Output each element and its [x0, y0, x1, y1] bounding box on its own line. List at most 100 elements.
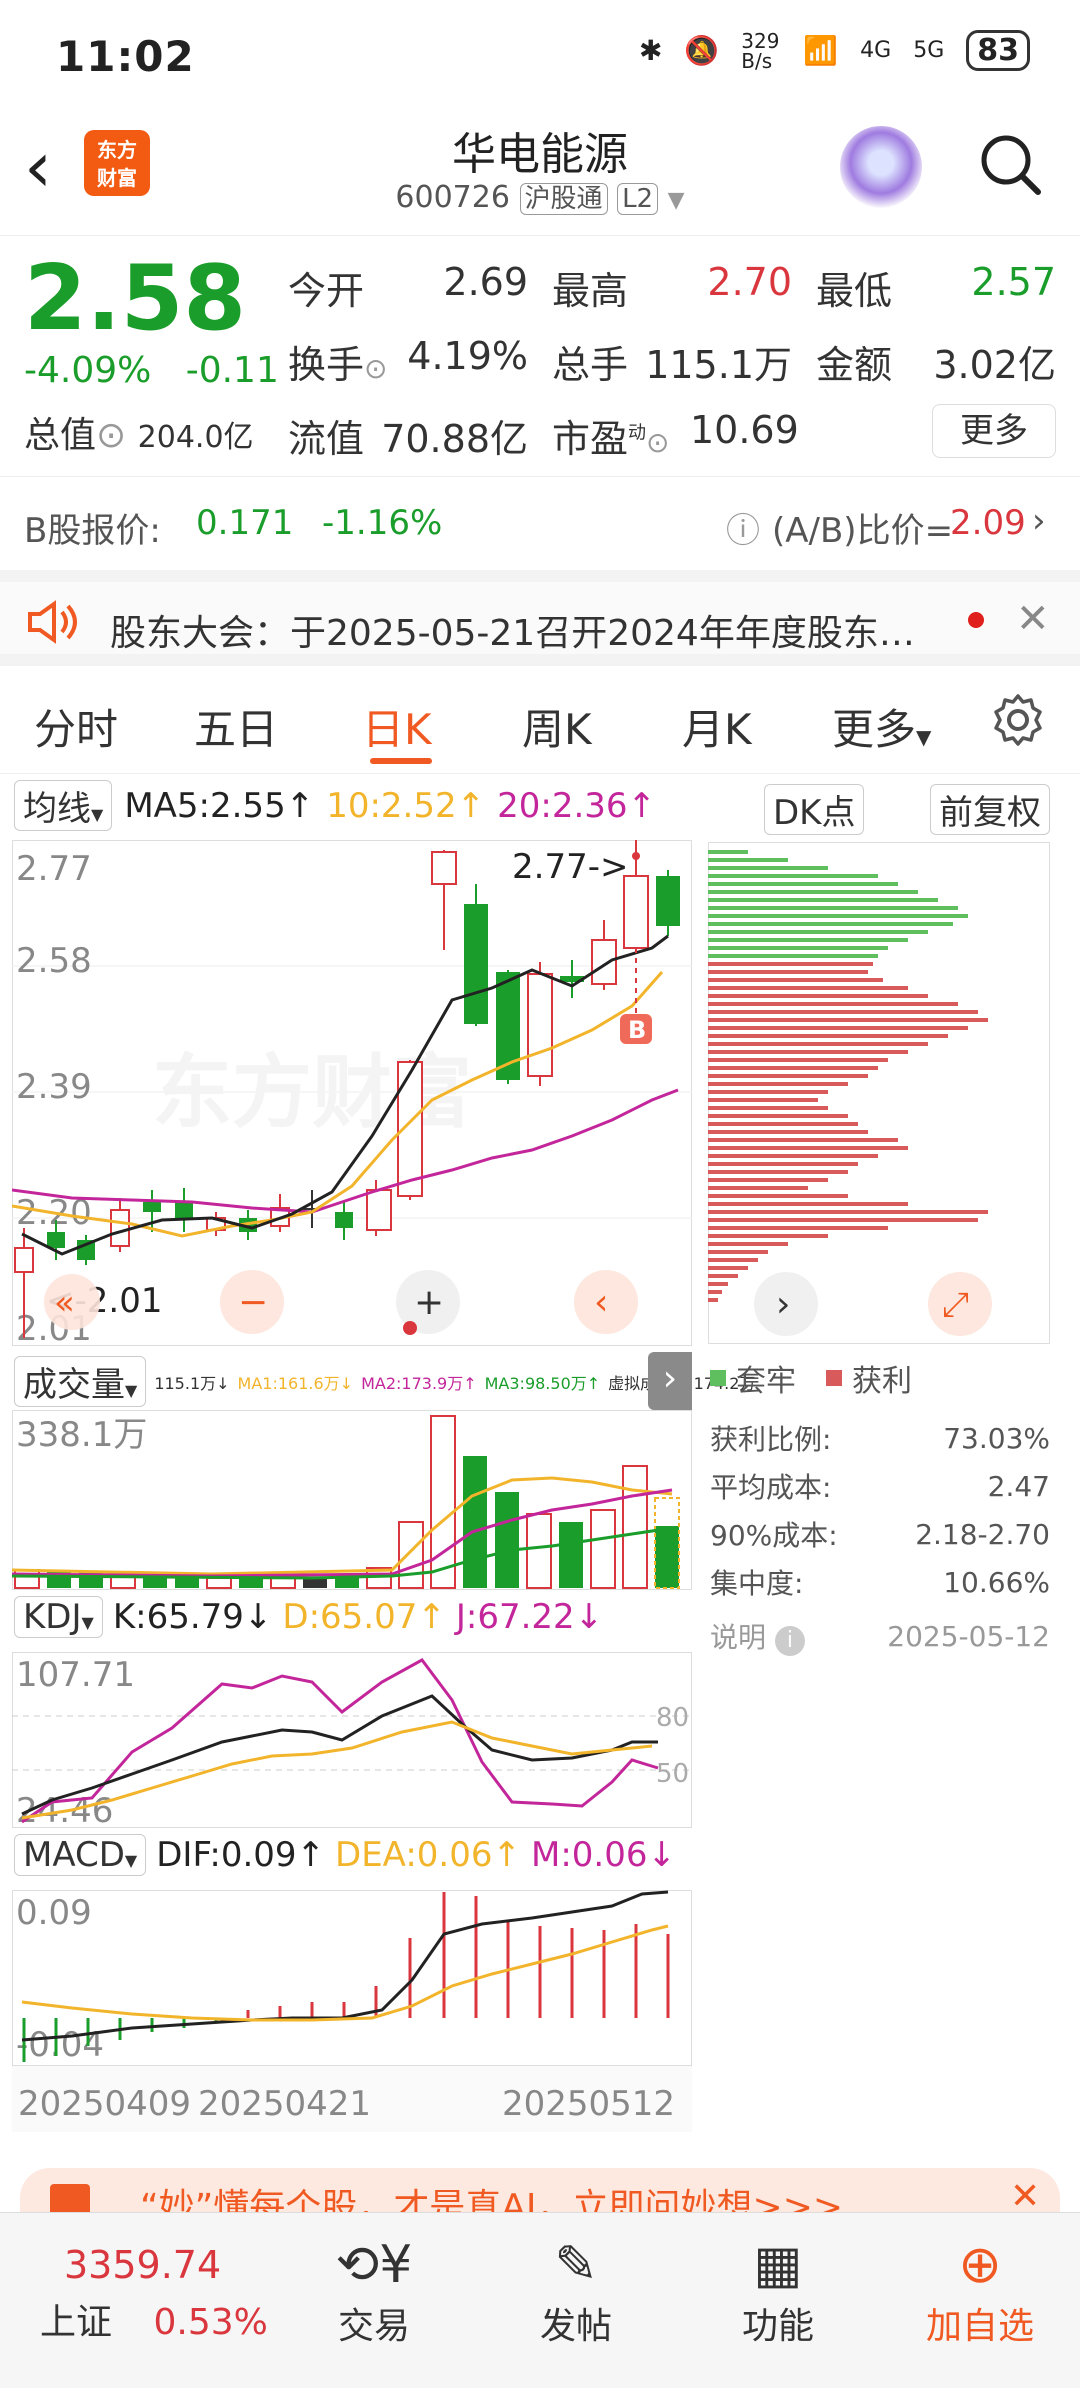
quote-panel: 2.58 -4.09% -0.11 总值⊙ 204.0亿 今开 2.69 最高 … — [0, 236, 1080, 476]
nav-add-watchlist[interactable]: ⊕ 加自选 — [900, 2233, 1060, 2349]
date-axis: 20250409 20250421 20250512 — [12, 2066, 692, 2132]
trapped-swatch — [710, 1370, 726, 1386]
pe-label[interactable]: 市盈动⊙ — [552, 408, 669, 463]
chevron-right-icon: › — [776, 1284, 790, 1325]
chip-note-row[interactable]: 说明 i 2025-05-12 — [710, 1606, 1050, 1666]
tab-more[interactable]: 更多▼ — [832, 696, 931, 757]
high-price-label: 2.77-> — [512, 847, 628, 887]
nav-post[interactable]: ✎ 发帖 — [496, 2233, 656, 2349]
nav-functions-label: 功能 — [741, 2306, 814, 2347]
kdj-chart[interactable]: 107.71 24.46 80 50 — [12, 1652, 692, 1828]
candle — [656, 876, 680, 926]
kdj-selector[interactable]: KDJ▼ — [14, 1596, 103, 1638]
macd-chart[interactable]: 0.09 -0.04 — [12, 1890, 692, 2066]
macd-selector[interactable]: MACD▼ — [14, 1834, 147, 1876]
macd-m: M:0.06↓ — [531, 1835, 676, 1875]
high-point-marker — [632, 852, 640, 860]
bottom-nav: 3359.74 上证 0.53% ⟲¥ 交易 ✎ 发帖 ▦ 功能 ⊕ 加自选 — [0, 2212, 1080, 2388]
chip-stat-value: 2.18-2.70 — [915, 1517, 1050, 1551]
kdj-legend: KDJ▼ K:65.79↓ D:65.07↑ J:67.22↓ — [14, 1596, 603, 1638]
profit-swatch — [826, 1370, 842, 1386]
float-value: 70.88亿 — [381, 417, 528, 461]
adjust-selector[interactable]: 前复权 — [930, 784, 1050, 835]
turnover-value: 4.19% — [407, 334, 528, 378]
current-price: 2.58 — [24, 246, 247, 351]
candle — [591, 939, 617, 985]
low-label: 最低 — [816, 269, 893, 313]
ma20-value: 20:2.36↑ — [497, 785, 657, 826]
index-name: 上证 — [40, 2302, 113, 2343]
nav-post-label: 发帖 — [539, 2306, 612, 2347]
volume-selector[interactable]: 成交量▼ — [14, 1356, 147, 1407]
b-share-pct: -1.16% — [322, 503, 443, 543]
status-bar: 11:02 ✱ 🔕 329 B/s 📶 4G 5G 83 — [0, 0, 1080, 112]
b-share-price: 0.171 — [196, 503, 294, 543]
b-share-row[interactable]: B股报价: 0.171 -1.16% ⓘ (A/B)比价= 2.09 › — [0, 476, 1080, 570]
tab-weekly-k[interactable]: 周K — [522, 696, 592, 757]
stock-header: ‹ 东方 财富 华电能源 600726 沪股通 L2 ▼ — [0, 112, 1080, 236]
chip-stat-value: 10.66% — [943, 1565, 1050, 1599]
chip-stat-row: 获利比例: 73.03% — [710, 1414, 1050, 1462]
ai-assistant-avatar[interactable] — [840, 126, 922, 208]
chip-stats: 获利比例: 73.03% 平均成本: 2.47 90%成本: 2.18-2.70 集中… — [710, 1414, 1050, 1666]
candlestick-chart[interactable]: 东方财富 2.77 2.58 2.39 2.20 2.01 2.77-> B <… — [12, 840, 692, 1346]
kdj-80-label: 80 — [656, 1703, 689, 1733]
speaker-icon — [28, 600, 77, 644]
pe-label-text: 市盈 — [552, 417, 629, 461]
watermark: 东方财富 — [152, 1046, 472, 1139]
chip-bars-trapped — [708, 850, 968, 958]
close-icon[interactable]: ✕ — [1010, 2176, 1040, 2217]
change-pct: -4.09% — [24, 350, 152, 391]
close-icon[interactable]: ✕ — [1016, 596, 1050, 642]
info-icon: i — [774, 1626, 805, 1656]
pe-sup: 动 — [628, 422, 647, 444]
volume-selector-label: 成交量 — [23, 1365, 125, 1405]
total-value[interactable]: 总值⊙ 204.0亿 — [24, 406, 254, 458]
chip-note-label: 说明 — [710, 1621, 767, 1654]
wifi-icon: 📶 — [803, 34, 839, 67]
index-value: 3359.74 — [64, 2243, 222, 2287]
chip-distribution-chart[interactable]: › ⤢ — [708, 842, 1050, 1344]
volume-max-label: 338.1万 — [16, 1415, 147, 1455]
search-icon[interactable] — [976, 130, 1044, 198]
plus-icon: + — [414, 1282, 444, 1323]
turnover-label[interactable]: 换手⊙ — [288, 334, 387, 389]
tab-intraday[interactable]: 分时 — [34, 696, 118, 757]
help-icon: ⓘ — [726, 511, 760, 551]
tab-monthly-k[interactable]: 月K — [682, 696, 752, 757]
grid-icon: ▦ — [753, 2235, 803, 2295]
index-ticker[interactable]: 3359.74 上证 0.53% — [40, 2243, 270, 2345]
macd-dif: DIF:0.09↑ — [156, 1835, 326, 1875]
kdj-k-line — [21, 1694, 658, 1816]
total-value-value: 204.0亿 — [137, 420, 254, 455]
macd-max-label: 0.09 — [16, 1893, 92, 1933]
settings-gear-icon[interactable] — [990, 692, 1046, 748]
open-value: 2.69 — [443, 260, 528, 304]
candle — [175, 1202, 193, 1218]
level-tag: L2 — [617, 183, 659, 215]
chip-bars-profit — [708, 962, 988, 1302]
info-icon: ⊙ — [96, 415, 127, 456]
ab-ratio-label: (A/B)比价= — [772, 511, 954, 551]
minus-icon: − — [238, 1282, 268, 1323]
tab-five-day[interactable]: 五日 — [194, 696, 278, 757]
notice-text: 股东大会：于2025-05-21召开2024年年度股东… — [110, 613, 915, 654]
nav-functions[interactable]: ▦ 功能 — [698, 2233, 858, 2349]
unread-dot — [968, 612, 984, 628]
tab-daily-k[interactable]: 日K — [362, 696, 432, 757]
legend-profit: 获利 — [852, 1364, 912, 1399]
index-pct: 0.53% — [153, 2302, 268, 2343]
volume-label: 总手 — [552, 343, 629, 387]
ma-legend: 均线▼ MA5:2.55↑ 10:2.52↑ 20:2.36↑ — [14, 780, 656, 831]
panel-toggle-button[interactable]: › — [648, 1352, 692, 1410]
macd-min-label: -0.04 — [16, 2025, 104, 2065]
nav-trade[interactable]: ⟲¥ 交易 — [294, 2233, 454, 2349]
notice-bar[interactable]: 股东大会：于2025-05-21召开2024年年度股东… ✕ — [0, 570, 1080, 666]
more-button[interactable]: 更多 — [932, 404, 1056, 458]
chip-stat-label: 90%成本: — [710, 1519, 838, 1552]
dropdown-icon[interactable]: ▼ — [668, 188, 685, 213]
y-label-277: 2.77 — [16, 849, 92, 889]
dk-point-toggle[interactable]: DK点 — [764, 784, 865, 835]
volume-chart[interactable]: 338.1万 — [12, 1410, 692, 1590]
ma-selector[interactable]: 均线▼ — [14, 780, 113, 831]
